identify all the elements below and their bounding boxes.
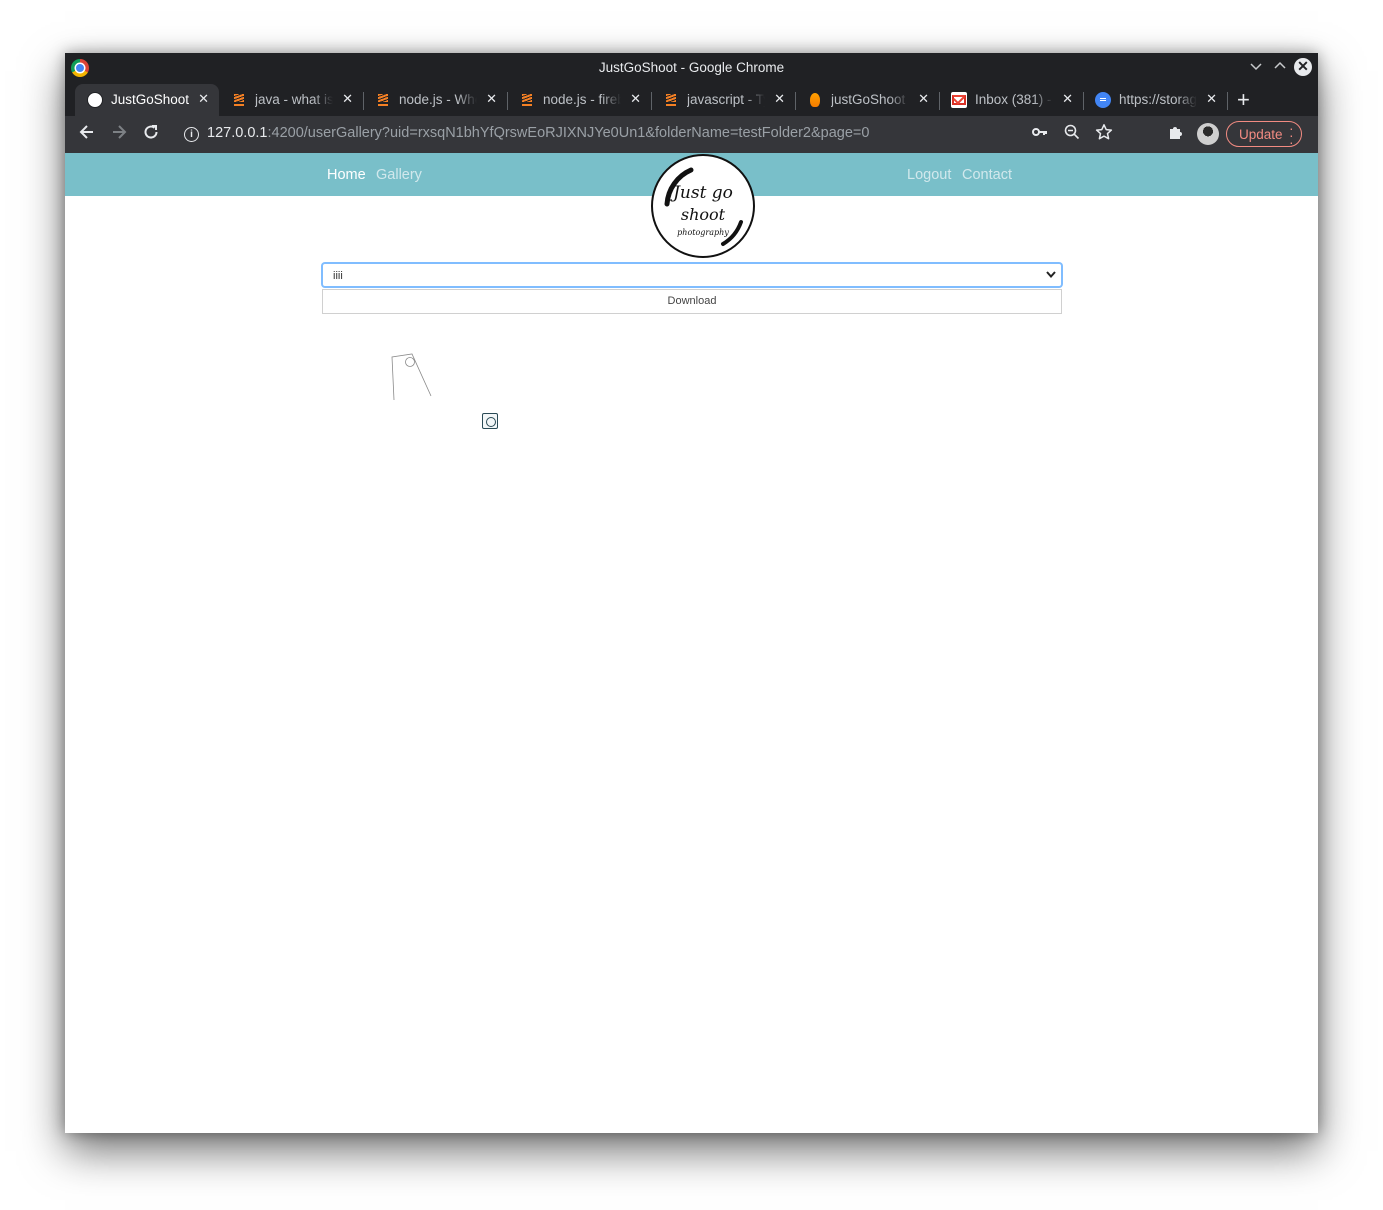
close-tab-icon[interactable]: ✕ (774, 91, 785, 107)
update-label: Update (1239, 127, 1283, 142)
stackoverflow-favicon-icon (663, 92, 679, 108)
window-title: JustGoShoot - Google Chrome (598, 60, 785, 75)
tab-nodejs-1[interactable]: node.js - Whe ✕ (363, 84, 508, 116)
stackoverflow-favicon-icon (231, 92, 247, 108)
tab-javascript[interactable]: javascript - Ty ✕ (651, 84, 796, 116)
logo-line-2: shoot (680, 205, 726, 224)
logo-line-1: Just go (673, 183, 733, 203)
close-tab-icon[interactable]: ✕ (486, 91, 497, 107)
tab-label: Inbox (381) - (975, 92, 1052, 107)
justgoshoot-favicon-icon (87, 92, 103, 108)
chevron-down-icon (1044, 267, 1058, 281)
tab-label: java - what is (255, 92, 333, 107)
maximize-icon[interactable] (1270, 58, 1290, 78)
close-tab-icon[interactable]: ✕ (1206, 91, 1217, 107)
tab-justgoshoot[interactable]: JustGoShoot ✕ (75, 84, 219, 116)
image-thumbnail-icon[interactable] (482, 413, 498, 429)
google-doc-favicon-icon (1095, 92, 1111, 108)
back-arrow-icon[interactable] (76, 123, 98, 145)
tab-firebase[interactable]: justGoShoot ✕ (795, 84, 940, 116)
tab-label: justGoShoot (831, 92, 906, 107)
close-tab-icon[interactable]: ✕ (630, 91, 641, 107)
close-window-icon[interactable]: ✕ (1294, 58, 1312, 76)
stackoverflow-favicon-icon (375, 92, 391, 108)
gmail-favicon-icon (951, 92, 967, 108)
more-menu-icon[interactable]: · · · (1289, 121, 1294, 149)
nav-home-link[interactable]: Home (327, 167, 366, 183)
url-host: 127.0.0.1 (207, 125, 268, 141)
update-button[interactable]: Update · · · (1226, 121, 1302, 149)
url-path: :4200/userGallery?uid=rxsqN1bhYfQrswEoRJ… (267, 125, 870, 141)
tab-label: JustGoShoot (111, 92, 189, 107)
download-button[interactable]: Download (322, 289, 1062, 314)
close-tab-icon[interactable]: ✕ (342, 91, 353, 107)
tab-nodejs-2[interactable]: node.js - fireb ✕ (507, 84, 652, 116)
folder-select-value: iiii (333, 270, 343, 282)
browser-toolbar: i 127.0.0.1:4200/userGallery?uid=rxsqN1b… (65, 116, 1318, 153)
tab-label: javascript - Ty (687, 92, 765, 107)
firebase-favicon-icon (807, 92, 823, 108)
site-logo[interactable]: Just go shoot photography (651, 154, 755, 258)
close-tab-icon[interactable]: ✕ (198, 91, 209, 107)
logo-line-3: photography (677, 228, 729, 237)
new-tab-icon[interactable]: + (1237, 87, 1250, 113)
tab-label: node.js - fireb (543, 92, 621, 107)
nav-gallery-link[interactable]: Gallery (376, 167, 422, 183)
site-info-icon[interactable]: i (184, 127, 199, 142)
nav-contact-link[interactable]: Contact (962, 167, 1012, 183)
minimize-icon[interactable] (1246, 58, 1266, 78)
page-viewport: Home Gallery Logout Contact Just go shoo… (65, 153, 1318, 1133)
zoom-icon[interactable] (1061, 123, 1083, 145)
folder-select[interactable]: iiii (322, 263, 1062, 287)
browser-window: JustGoShoot - Google Chrome ✕ JustGoShoo… (65, 53, 1318, 1133)
title-bar: JustGoShoot - Google Chrome ✕ (65, 53, 1318, 82)
close-tab-icon[interactable]: ✕ (1062, 91, 1073, 107)
tab-gmail[interactable]: Inbox (381) - ✕ (939, 84, 1084, 116)
bookmark-star-icon[interactable] (1093, 123, 1115, 145)
address-bar[interactable]: 127.0.0.1:4200/userGallery?uid=rxsqN1bhY… (207, 125, 869, 141)
broken-image-placeholder (390, 353, 435, 401)
tab-separator (1227, 92, 1228, 110)
close-tab-icon[interactable]: ✕ (918, 91, 929, 107)
profile-avatar[interactable] (1197, 123, 1219, 145)
reload-icon[interactable] (140, 123, 162, 145)
forward-arrow-icon[interactable] (108, 123, 130, 145)
tab-storage[interactable]: https://storag ✕ (1083, 84, 1228, 116)
extensions-puzzle-icon[interactable] (1165, 123, 1187, 145)
tab-strip: JustGoShoot ✕ java - what is ✕ node.js -… (65, 82, 1318, 116)
nav-logout-link[interactable]: Logout (907, 167, 951, 183)
key-icon[interactable] (1029, 123, 1051, 145)
tab-label: node.js - Whe (399, 92, 477, 107)
stackoverflow-favicon-icon (519, 92, 535, 108)
tab-java[interactable]: java - what is ✕ (219, 84, 364, 116)
tab-label: https://storag (1119, 92, 1197, 107)
